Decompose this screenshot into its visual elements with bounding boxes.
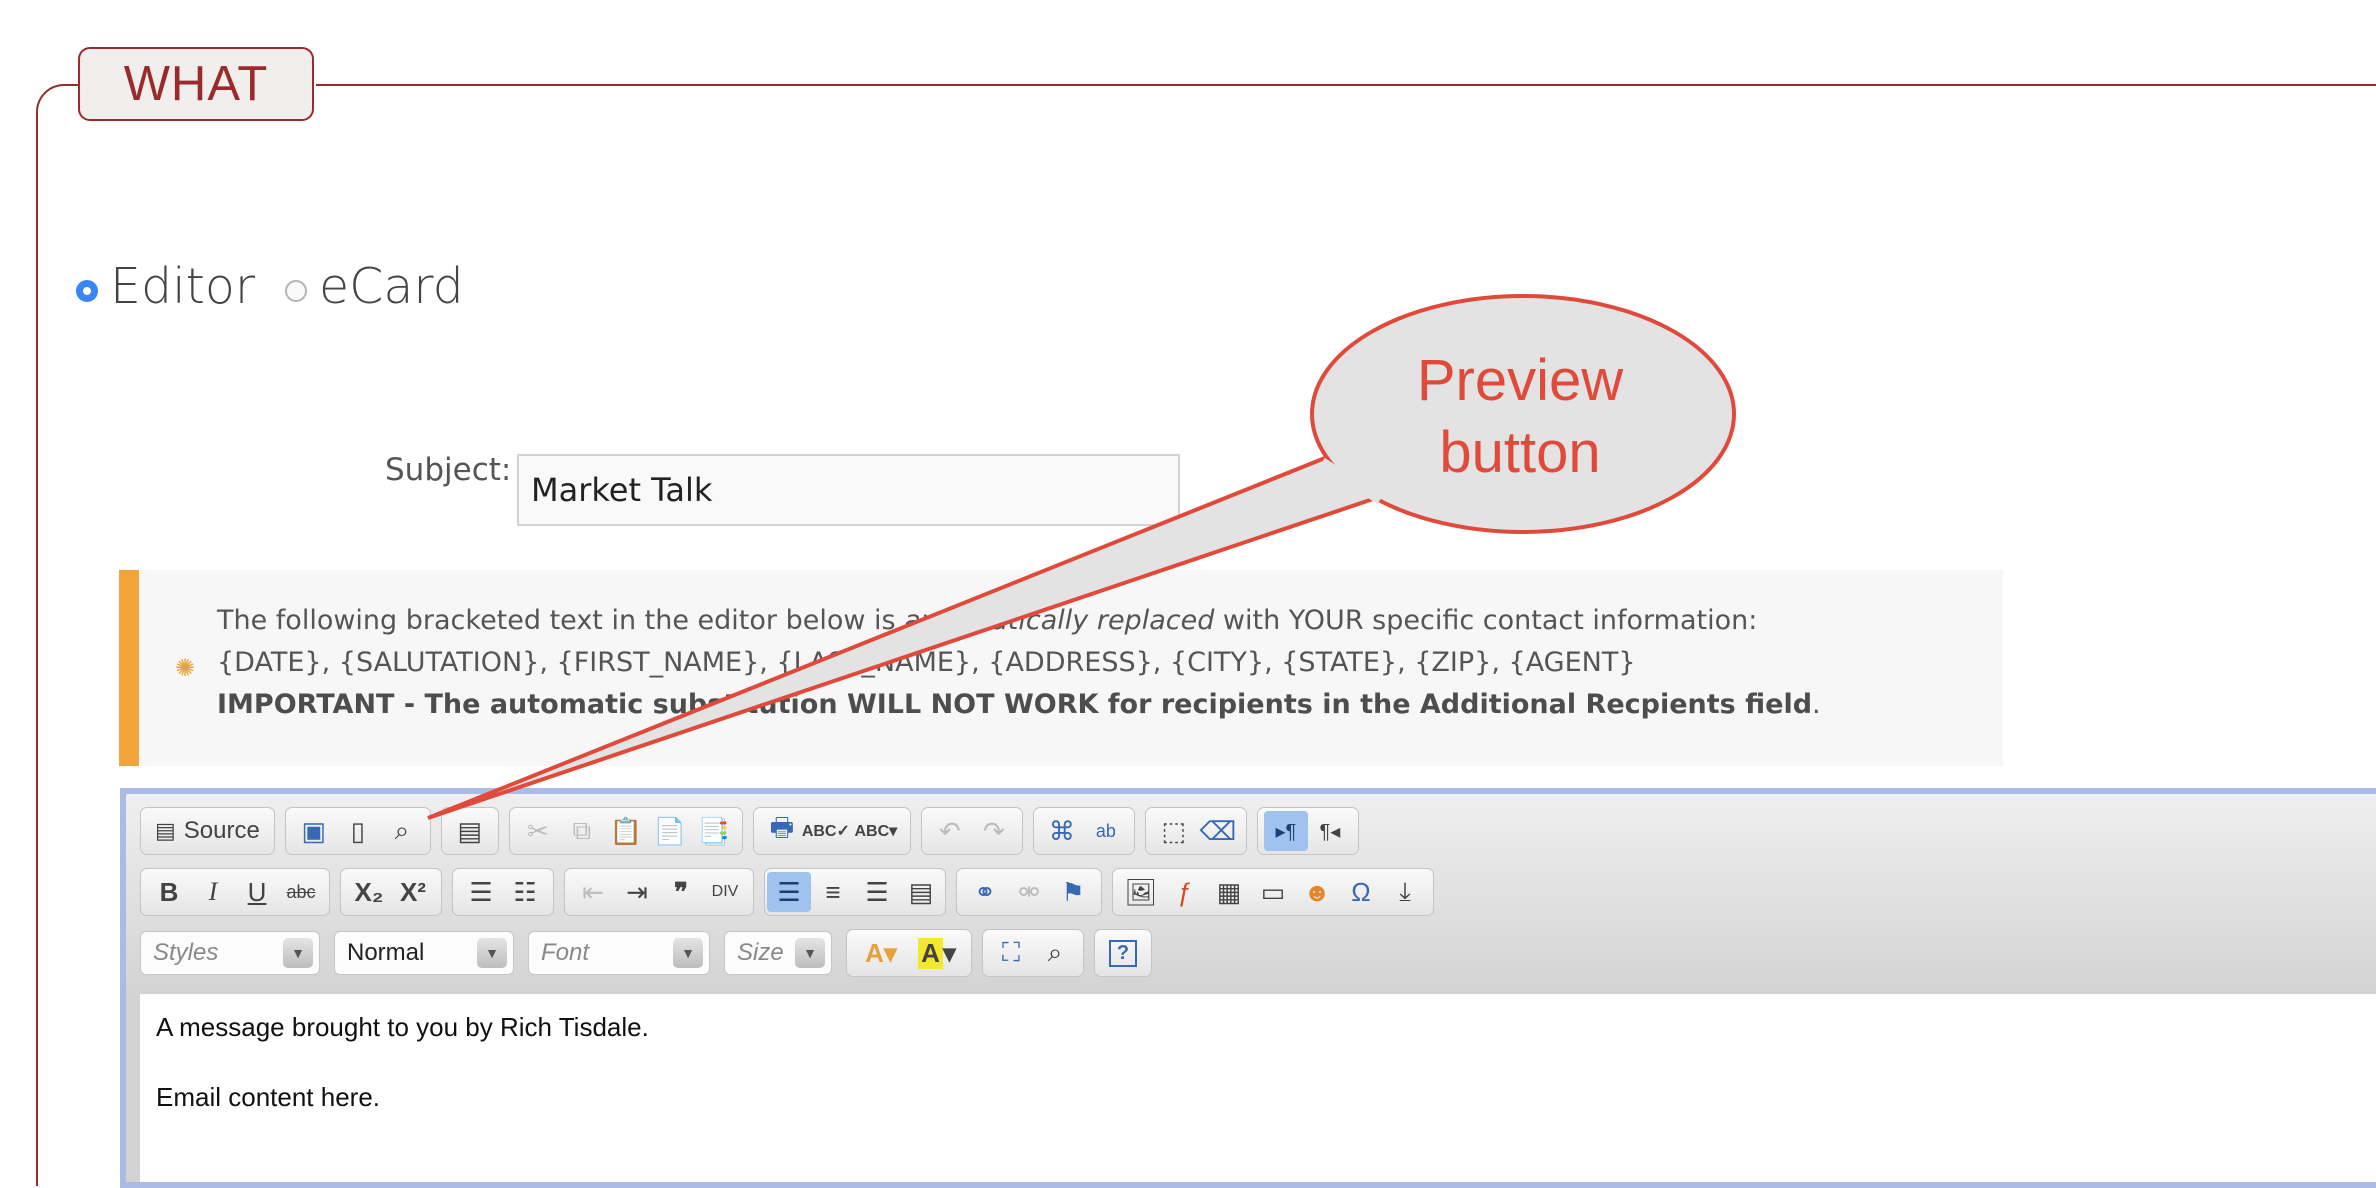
callout-line-1: Preview — [1416, 348, 1624, 413]
callout-line-2: button — [1439, 420, 1601, 485]
callout-pointer — [427, 456, 1377, 820]
callout-bubble — [427, 294, 1736, 820]
callout-text: Preview button — [1310, 345, 1730, 489]
